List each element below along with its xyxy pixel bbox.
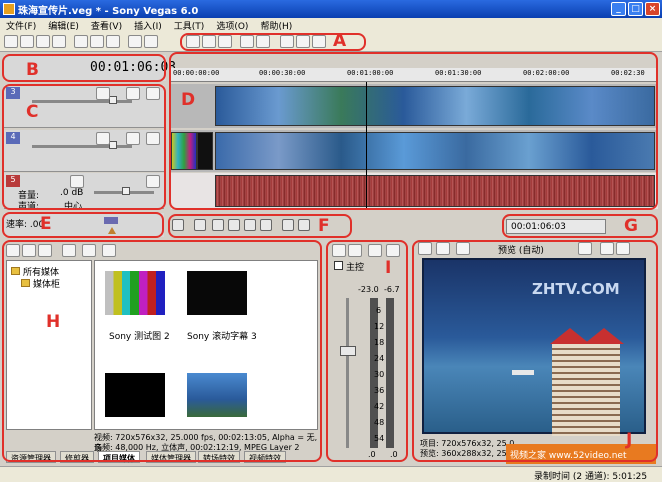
menu-tools[interactable]: 工具(T) bbox=[168, 18, 211, 32]
open-file-icon[interactable] bbox=[20, 35, 34, 48]
annotation-label-g: G bbox=[624, 216, 638, 236]
undo-icon[interactable] bbox=[128, 35, 142, 48]
annotation-box-d bbox=[169, 52, 658, 210]
menu-help[interactable]: 帮助(H) bbox=[254, 18, 298, 32]
annotation-label-d: D bbox=[181, 90, 196, 110]
minimize-button[interactable]: _ bbox=[611, 2, 626, 16]
annotation-box-j bbox=[412, 240, 658, 462]
annotation-label-a: A bbox=[333, 31, 347, 51]
cut-icon[interactable] bbox=[74, 35, 88, 48]
record-time-status: 录制时间 (2 通道): 5:01:25 bbox=[534, 472, 648, 482]
new-file-icon[interactable] bbox=[4, 35, 18, 48]
redo-icon[interactable] bbox=[144, 35, 158, 48]
window-title-bar: 珠海宣传片.veg * - Sony Vegas 6.0 _ □ × bbox=[0, 0, 662, 18]
properties-icon[interactable] bbox=[52, 35, 66, 48]
annotation-box-e bbox=[2, 212, 164, 238]
annotation-label-b: B bbox=[26, 60, 39, 80]
menu-file[interactable]: 文件(F) bbox=[0, 18, 42, 32]
save-icon[interactable] bbox=[36, 35, 50, 48]
menu-bar: 文件(F) 编辑(E) 查看(V) 插入(I) 工具(T) 选项(O) 帮助(H) bbox=[0, 18, 662, 32]
menu-insert[interactable]: 插入(I) bbox=[128, 18, 168, 32]
paste-icon[interactable] bbox=[106, 35, 120, 48]
close-button[interactable]: × bbox=[645, 2, 660, 16]
annotation-label-i: I bbox=[385, 258, 392, 278]
window-title: 珠海宣传片.veg * - Sony Vegas 6.0 bbox=[18, 6, 199, 17]
status-bar: 录制时间 (2 通道): 5:01:25 bbox=[0, 466, 662, 482]
vegas-app-icon bbox=[3, 3, 15, 15]
menu-view[interactable]: 查看(V) bbox=[85, 18, 128, 32]
annotation-label-f: F bbox=[318, 216, 330, 236]
annotation-label-c: C bbox=[26, 102, 39, 122]
annotation-label-e: E bbox=[40, 214, 52, 234]
annotation-label-j: J bbox=[626, 430, 633, 450]
menu-options[interactable]: 选项(O) bbox=[210, 18, 254, 32]
menu-edit[interactable]: 编辑(E) bbox=[42, 18, 85, 32]
maximize-button[interactable]: □ bbox=[628, 2, 643, 16]
annotation-box-i bbox=[326, 240, 408, 462]
annotation-label-h: H bbox=[46, 312, 61, 332]
annotation-box-h bbox=[2, 240, 322, 462]
copy-icon[interactable] bbox=[90, 35, 104, 48]
